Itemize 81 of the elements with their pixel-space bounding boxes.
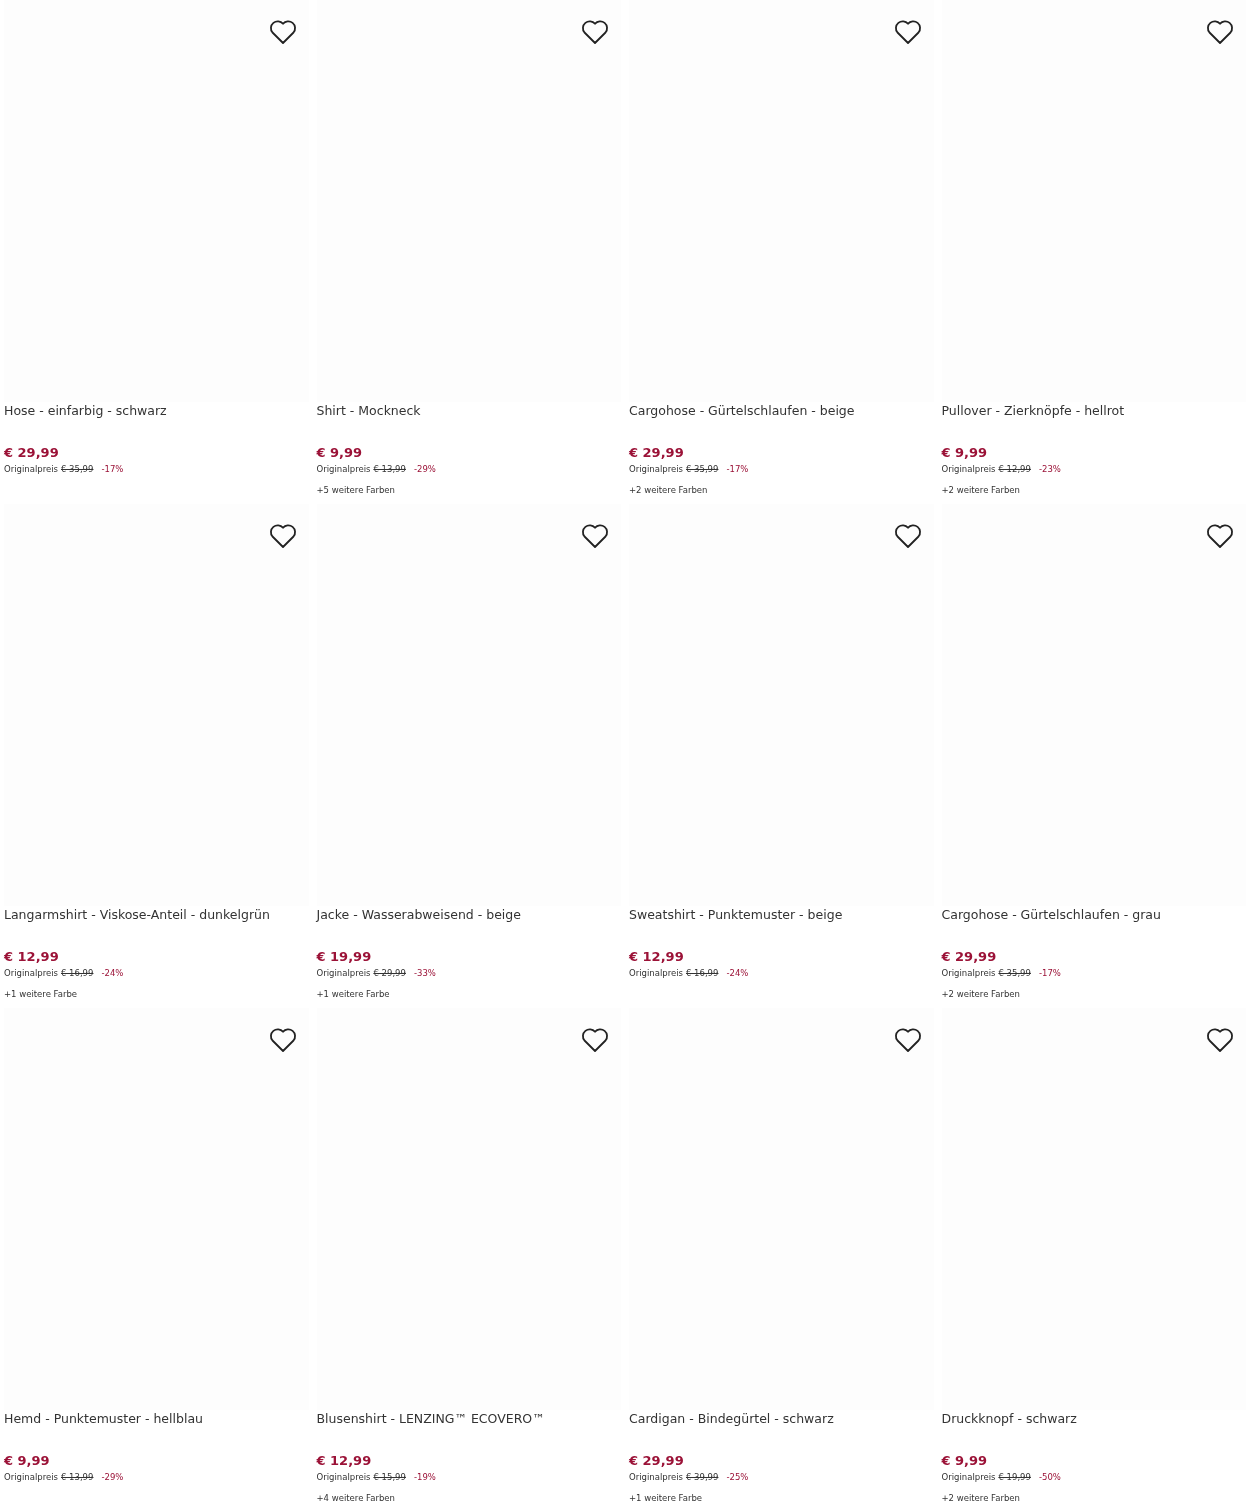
product-title[interactable]: Cargohose - Gürtelschlaufen - grau bbox=[941, 906, 1161, 924]
original-price-label: Originalpreis bbox=[941, 1472, 996, 1483]
original-price-label: Originalpreis bbox=[316, 968, 371, 979]
original-price-label: Originalpreis bbox=[4, 464, 58, 475]
favorite-heart-button[interactable] bbox=[581, 1027, 609, 1053]
sale-price: € 9,99 bbox=[4, 1453, 50, 1469]
original-price-label: Originalpreis bbox=[629, 464, 683, 475]
original-price-label: Originalpreis bbox=[629, 968, 683, 979]
product-title[interactable]: Druckknopf - schwarz bbox=[941, 1410, 1077, 1428]
sale-price: € 12,99 bbox=[316, 1453, 372, 1469]
favorite-heart-button[interactable] bbox=[893, 523, 922, 549]
discount-percent: -17% bbox=[726, 464, 749, 475]
more-colors-text: +2 weitere Farben bbox=[941, 989, 1020, 1000]
original-price: € 29,99 bbox=[373, 968, 406, 979]
discount-percent: -33% bbox=[413, 968, 436, 979]
favorite-heart-button[interactable] bbox=[581, 523, 609, 549]
sale-price: € 29,99 bbox=[629, 445, 684, 461]
more-colors-text: +1 weitere Farbe bbox=[4, 989, 77, 1000]
original-price: € 15,99 bbox=[373, 1472, 406, 1483]
discount-percent: -19% bbox=[413, 1472, 436, 1483]
original-price: € 16,99 bbox=[686, 968, 719, 979]
product-title[interactable]: Shirt - Mockneck bbox=[316, 402, 421, 420]
product-title[interactable]: Cargohose - Gürtelschlaufen - beige bbox=[629, 402, 855, 420]
sale-price: € 9,99 bbox=[941, 1453, 988, 1469]
more-colors-text: +1 weitere Farbe bbox=[316, 989, 390, 1000]
original-price-label: Originalpreis bbox=[316, 464, 371, 475]
favorite-heart-button[interactable] bbox=[1206, 523, 1234, 549]
product-title[interactable]: Pullover - Zierknöpfe - hellrot bbox=[941, 402, 1125, 420]
favorite-heart-button[interactable] bbox=[268, 523, 297, 549]
discount-percent: -50% bbox=[1038, 1472, 1061, 1483]
original-price-label: Originalpreis bbox=[629, 1472, 683, 1483]
original-price: € 12,99 bbox=[998, 464, 1031, 475]
favorite-heart-button[interactable] bbox=[268, 19, 297, 45]
original-price-label: Originalpreis bbox=[941, 464, 996, 475]
sale-price: € 29,99 bbox=[4, 445, 59, 461]
original-price-label: Originalpreis bbox=[4, 1472, 58, 1483]
discount-percent: -17% bbox=[101, 464, 124, 475]
favorite-heart-button[interactable] bbox=[1206, 1027, 1234, 1053]
discount-percent: -23% bbox=[1038, 464, 1061, 475]
original-price: € 13,99 bbox=[61, 1472, 94, 1483]
favorite-heart-button[interactable] bbox=[893, 19, 922, 45]
product-title[interactable]: Langarmshirt - Viskose-Anteil - dunkelgrün bbox=[4, 906, 270, 924]
sale-price: € 12,99 bbox=[629, 949, 684, 965]
original-price-label: Originalpreis bbox=[941, 968, 996, 979]
discount-percent: -24% bbox=[726, 968, 749, 979]
discount-percent: -29% bbox=[101, 1472, 124, 1483]
more-colors-text: +1 weitere Farbe bbox=[629, 1493, 702, 1504]
more-colors-text: +2 weitere Farben bbox=[941, 485, 1020, 496]
discount-percent: -25% bbox=[726, 1472, 749, 1483]
product-title[interactable]: Cardigan - Bindegürtel - schwarz bbox=[629, 1410, 834, 1428]
discount-percent: -29% bbox=[413, 464, 436, 475]
discount-percent: -17% bbox=[1038, 968, 1061, 979]
original-price: € 13,99 bbox=[373, 464, 406, 475]
product-title[interactable]: Jacke - Wasserabweisend - beige bbox=[316, 906, 521, 924]
sale-price: € 9,99 bbox=[941, 445, 988, 461]
original-price: € 35,99 bbox=[686, 464, 719, 475]
favorite-heart-button[interactable] bbox=[893, 1027, 922, 1053]
original-price-label: Originalpreis bbox=[316, 1472, 371, 1483]
original-price: € 19,99 bbox=[998, 1472, 1031, 1483]
sale-price: € 12,99 bbox=[4, 949, 59, 965]
favorite-heart-button[interactable] bbox=[581, 19, 609, 45]
sale-price: € 19,99 bbox=[316, 949, 372, 965]
product-title[interactable]: Hemd - Punktemuster - hellblau bbox=[4, 1410, 203, 1428]
more-colors-text: +2 weitere Farben bbox=[629, 485, 708, 496]
product-title[interactable]: Sweatshirt - Punktemuster - beige bbox=[629, 906, 843, 924]
favorite-heart-button[interactable] bbox=[268, 1027, 297, 1053]
more-colors-text: +5 weitere Farben bbox=[316, 485, 395, 496]
original-price: € 16,99 bbox=[61, 968, 94, 979]
more-colors-text: +2 weitere Farben bbox=[941, 1493, 1020, 1504]
favorite-heart-button[interactable] bbox=[1206, 19, 1234, 45]
sale-price: € 29,99 bbox=[629, 1453, 684, 1469]
product-title[interactable]: Blusenshirt - LENZING™ ECOVERO™ bbox=[316, 1410, 545, 1428]
original-price: € 39,99 bbox=[686, 1472, 719, 1483]
more-colors-text: +4 weitere Farben bbox=[316, 1493, 395, 1504]
sale-price: € 29,99 bbox=[941, 949, 997, 965]
sale-price: € 9,99 bbox=[316, 445, 363, 461]
original-price: € 35,99 bbox=[998, 968, 1031, 979]
original-price: € 35,99 bbox=[61, 464, 94, 475]
original-price-label: Originalpreis bbox=[4, 968, 58, 979]
product-title[interactable]: Hose - einfarbig - schwarz bbox=[4, 402, 167, 420]
discount-percent: -24% bbox=[101, 968, 124, 979]
